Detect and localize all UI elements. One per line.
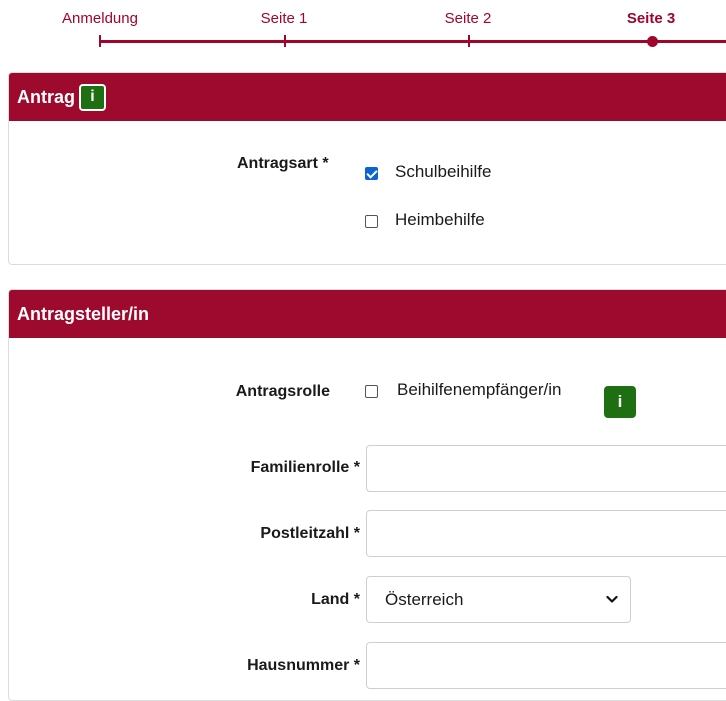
antragsrolle-label: Antragsrolle bbox=[235, 383, 330, 400]
step-seite-2[interactable]: Seite 2 bbox=[445, 10, 492, 27]
info-icon[interactable]: i bbox=[79, 83, 106, 111]
step-seite-3[interactable]: Seite 3 bbox=[627, 10, 675, 27]
postleitzahl-label: Postleitzahl * bbox=[260, 525, 360, 542]
info-icon[interactable]: i bbox=[604, 386, 636, 418]
beihilfenempfaenger-checkbox[interactable] bbox=[365, 385, 378, 398]
land-select[interactable]: Österreich bbox=[366, 576, 631, 623]
antrag-title: Antrag bbox=[17, 86, 75, 107]
postleitzahl-field[interactable] bbox=[366, 510, 726, 557]
stepper-track bbox=[99, 40, 653, 43]
step-seite-1[interactable]: Seite 1 bbox=[261, 10, 308, 27]
hausnummer-field[interactable] bbox=[366, 642, 726, 689]
antragsteller-panel: Antragsteller/in bbox=[8, 289, 726, 701]
stepper-tick-2 bbox=[284, 35, 286, 47]
antrag-panel: Antrag i Antragsart * Schulbeihilfe Heim… bbox=[8, 72, 726, 265]
schulbeihilfe-label[interactable]: Schulbeihilfe bbox=[395, 162, 491, 182]
heimbehilfe-label[interactable]: Heimbehilfe bbox=[395, 210, 485, 230]
stepper-current-dot bbox=[647, 36, 658, 47]
stepper-tick-1 bbox=[99, 35, 101, 47]
antragsteller-title: Antragsteller/in bbox=[17, 303, 150, 324]
stepper-tick-3 bbox=[468, 35, 470, 47]
chevron-down-icon bbox=[606, 595, 618, 603]
step-anmeldung[interactable]: Anmeldung bbox=[62, 10, 138, 27]
land-selected-value: Österreich bbox=[385, 589, 464, 609]
stepper-track-rest bbox=[653, 40, 726, 43]
antragsteller-panel-header: Antragsteller/in bbox=[9, 290, 726, 338]
land-label: Land * bbox=[311, 591, 360, 608]
schulbeihilfe-checkbox[interactable] bbox=[365, 167, 378, 180]
heimbehilfe-checkbox[interactable] bbox=[365, 215, 378, 228]
hausnummer-label: Hausnummer * bbox=[247, 657, 360, 674]
progress-stepper: Anmeldung Seite 1 Seite 2 Seite 3 bbox=[0, 0, 726, 60]
antrag-panel-header: Antrag i bbox=[9, 73, 726, 121]
familienrolle-field[interactable] bbox=[366, 445, 726, 492]
beihilfenempfaenger-label[interactable]: Beihilfenempfänger/in bbox=[397, 380, 561, 400]
familienrolle-label: Familienrolle * bbox=[250, 459, 360, 476]
antragsart-label: Antragsart * bbox=[237, 155, 329, 172]
